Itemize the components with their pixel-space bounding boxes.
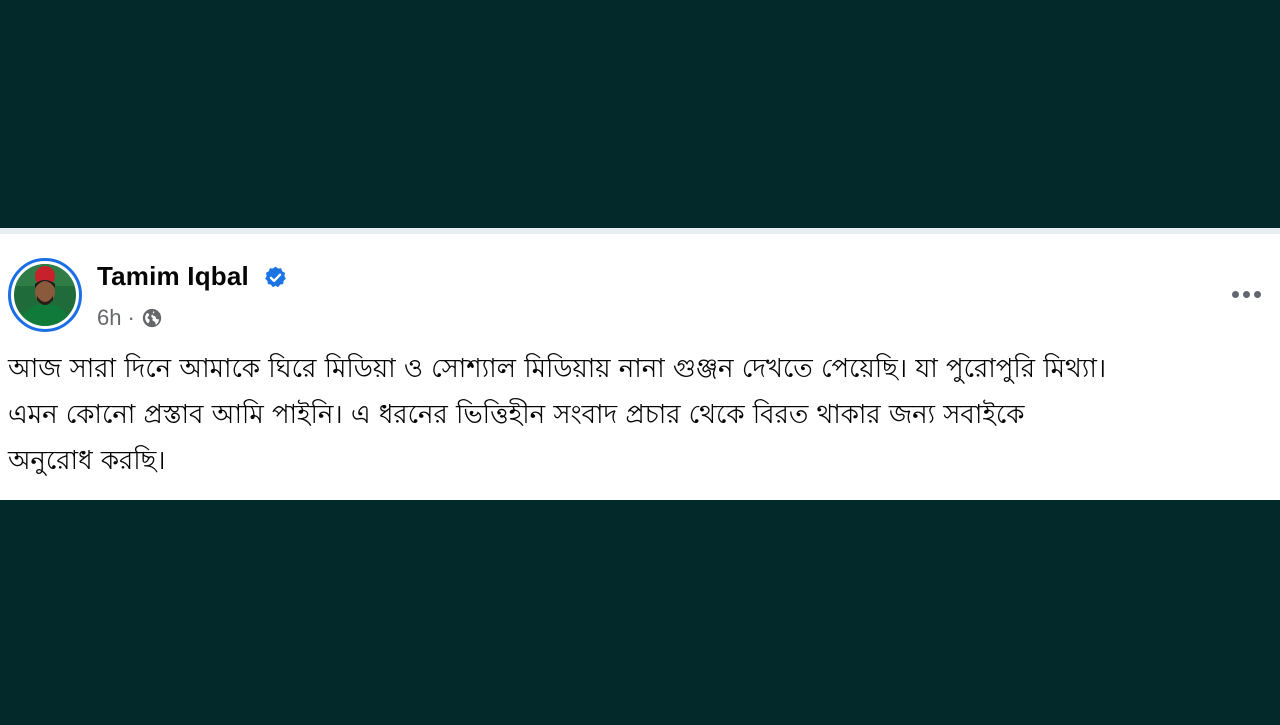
screenshot-page: Tamim Iqbal 6h · আজ সারা দিনে আমাকে ঘিরে… — [0, 0, 1280, 725]
post-meta: 6h · — [97, 304, 163, 332]
post-timestamp[interactable]: 6h — [97, 305, 121, 331]
meta-separator: · — [127, 305, 135, 330]
more-options-icon-dot — [1253, 290, 1261, 298]
verified-badge-icon — [265, 266, 286, 288]
post-text-line: এমন কোনো প্রস্তাব আমি পাইনি। এ ধরনের ভিত… — [8, 400, 1025, 430]
post-text-line: আজ সারা দিনে আমাকে ঘিরে মিডিয়া ও সোশ্যা… — [8, 354, 1107, 384]
facebook-post-card: Tamim Iqbal 6h · আজ সারা দিনে আমাকে ঘিরে… — [0, 228, 1280, 500]
author-name[interactable]: Tamim Iqbal — [97, 261, 249, 291]
more-options-button[interactable] — [1226, 280, 1266, 308]
author-avatar[interactable] — [8, 258, 82, 332]
more-options-icon — [1231, 290, 1239, 298]
avatar-photo — [14, 264, 76, 326]
post-text-line: অনুরোধ করছি। — [8, 446, 166, 476]
globe-icon[interactable] — [141, 307, 163, 329]
post-body: আজ সারা দিনে আমাকে ঘিরে মিডিয়া ও সোশ্যা… — [8, 346, 1274, 484]
more-options-icon-dot — [1242, 290, 1250, 298]
